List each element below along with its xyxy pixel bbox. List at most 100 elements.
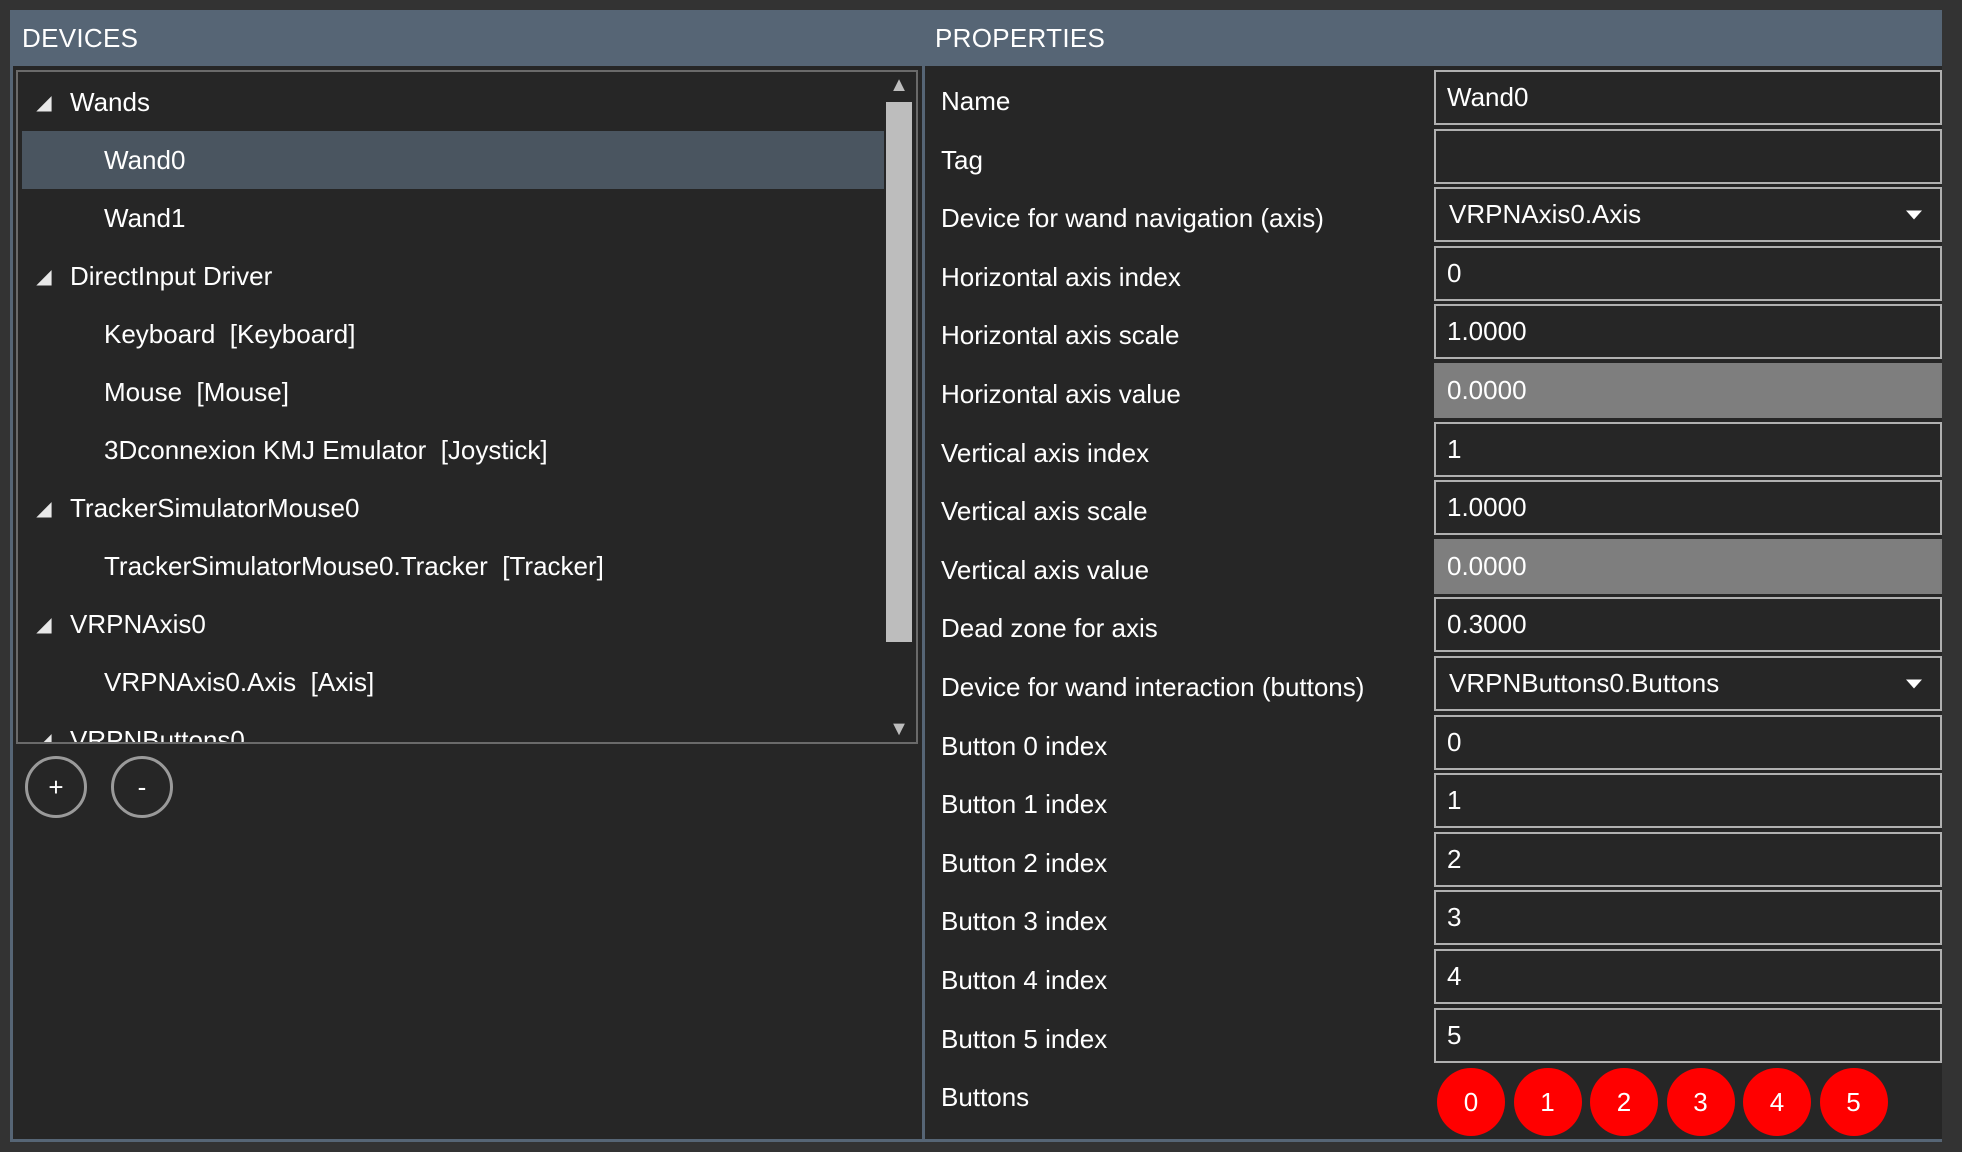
property-label: Horizontal axis index: [941, 261, 1181, 292]
property-value: 1.0000: [1447, 316, 1527, 346]
tree-item-label: 3Dconnexion KMJ Emulator [Joystick]: [104, 434, 548, 465]
tree-group[interactable]: ◢ TrackerSimulatorMouse0: [22, 479, 884, 537]
property-value: 1.0000: [1447, 492, 1527, 522]
property-dropdown[interactable]: VRPNAxis0.Axis: [1434, 187, 1942, 242]
tree-item[interactable]: Wand1: [22, 189, 884, 247]
property-value: 0.0000: [1447, 551, 1527, 581]
device-tree[interactable]: ◢ Wands Wand0 Wand1 ◢ DirectInput Driver Keybo…: [16, 70, 918, 744]
tree-item[interactable]: Wand0: [22, 131, 884, 189]
property-value: VRPNButtons0.Buttons: [1449, 668, 1720, 698]
property-label: Button 0 index: [941, 730, 1108, 761]
property-input[interactable]: [1434, 129, 1942, 184]
tree-item-label: Wand0: [104, 144, 186, 175]
property-input[interactable]: 0: [1434, 715, 1942, 770]
tree-item-label: Wands: [70, 86, 150, 117]
expand-triangle-icon[interactable]: ◢: [24, 90, 64, 115]
button-state-indicator: 4: [1743, 1068, 1811, 1136]
tree-item[interactable]: Mouse [Mouse]: [22, 363, 884, 421]
button-state-indicator: 0: [1437, 1068, 1505, 1136]
button-state-indicator: 1: [1513, 1068, 1582, 1136]
tree-group[interactable]: ◢ VRPNAxis0: [22, 595, 884, 653]
tree-item-label: DirectInput Driver: [70, 260, 273, 291]
scroll-up-arrow-icon[interactable]: ▲: [887, 74, 911, 96]
button-state-indicator: 3: [1666, 1068, 1735, 1136]
tree-item-label: Wand1: [104, 202, 186, 233]
button-state-indicator: 5: [1819, 1068, 1888, 1136]
property-label: Horizontal axis value: [941, 378, 1181, 409]
tree-group[interactable]: ◢ DirectInput Driver: [22, 247, 884, 305]
dropdown-arrow-icon[interactable]: [1906, 679, 1922, 688]
property-value: 1: [1447, 785, 1462, 815]
property-input[interactable]: 1: [1434, 773, 1942, 828]
property-value: 5: [1447, 1020, 1462, 1050]
property-label: Button 5 index: [941, 1023, 1108, 1054]
property-value: 3: [1447, 902, 1462, 932]
properties-header: PROPERTIES: [922, 10, 1942, 66]
expand-triangle-icon[interactable]: ◢: [24, 728, 64, 743]
tree-item-label: VRPNButtons0: [70, 724, 245, 744]
buttons-label: Buttons: [941, 1081, 1030, 1112]
property-label: Dead zone for axis: [941, 612, 1158, 643]
property-input[interactable]: 1.0000: [1434, 480, 1942, 535]
scroll-down-arrow-icon[interactable]: ▼: [887, 718, 911, 740]
tree-item-label: Mouse [Mouse]: [104, 376, 289, 407]
tree-item-label: VRPNAxis0.Axis [Axis]: [104, 666, 375, 697]
property-label: Horizontal axis scale: [941, 319, 1180, 350]
property-label: Vertical axis scale: [941, 495, 1148, 526]
property-readonly-value: 0.0000: [1434, 539, 1942, 594]
property-label: Vertical axis value: [941, 554, 1150, 585]
tree-item[interactable]: VRPNAxis0.Axis [Axis]: [22, 653, 884, 711]
scroll-thumb[interactable]: [886, 102, 912, 642]
property-value: 1: [1447, 434, 1462, 464]
property-value: 0.3000: [1447, 609, 1527, 639]
tree-item-label: Keyboard [Keyboard]: [104, 318, 356, 349]
dropdown-arrow-icon[interactable]: [1906, 210, 1922, 219]
add-device-button[interactable]: +: [25, 756, 87, 818]
tree-item-label: TrackerSimulatorMouse0.Tracker [Tracker]: [104, 550, 604, 581]
property-value: Wand0: [1447, 82, 1529, 112]
property-dropdown[interactable]: VRPNButtons0.Buttons: [1434, 656, 1942, 711]
properties-panel: Name Wand0 Tag Device for wand navigation (…: [922, 66, 1942, 1142]
property-input[interactable]: 1.0000: [1434, 304, 1942, 359]
property-label: Button 3 index: [941, 905, 1108, 936]
property-label: Name: [941, 85, 1011, 116]
property-value: 0: [1447, 258, 1462, 288]
tree-item[interactable]: 3Dconnexion KMJ Emulator [Joystick]: [22, 421, 884, 479]
property-value: VRPNAxis0.Axis: [1449, 199, 1642, 229]
property-input[interactable]: 3: [1434, 890, 1942, 945]
property-input[interactable]: Wand0: [1434, 70, 1942, 125]
expand-triangle-icon[interactable]: ◢: [24, 264, 64, 289]
property-input[interactable]: 4: [1434, 949, 1942, 1004]
property-input[interactable]: 0: [1434, 246, 1942, 301]
property-label: Device for wand navigation (axis): [941, 202, 1324, 233]
property-value: 2: [1447, 844, 1462, 874]
expand-triangle-icon[interactable]: ◢: [24, 496, 64, 521]
property-label: Tag: [941, 144, 983, 175]
tree-item-label: TrackerSimulatorMouse0: [70, 492, 360, 523]
property-label: Button 4 index: [941, 964, 1108, 995]
property-input[interactable]: 5: [1434, 1008, 1942, 1063]
tree-item-label: VRPNAxis0: [70, 608, 206, 639]
property-label: Button 1 index: [941, 788, 1108, 819]
property-input[interactable]: 0.3000: [1434, 597, 1942, 652]
property-value: 0.0000: [1447, 375, 1527, 405]
expand-triangle-icon[interactable]: ◢: [24, 612, 64, 637]
tree-item[interactable]: TrackerSimulatorMouse0.Tracker [Tracker]: [22, 537, 884, 595]
tree-group[interactable]: ◢ Wands: [22, 73, 884, 131]
property-value: 4: [1447, 961, 1462, 991]
window: DEVICES PROPERTIES ◢ Wands Wand0 Wand1 ◢ Dire…: [0, 0, 1962, 1152]
devices-panel: ◢ Wands Wand0 Wand1 ◢ DirectInput Driver Keybo…: [10, 66, 922, 1142]
property-label: Device for wand interaction (buttons): [941, 671, 1365, 702]
property-readonly-value: 0.0000: [1434, 363, 1942, 418]
remove-device-button[interactable]: -: [111, 756, 173, 818]
property-label: Button 2 index: [941, 847, 1108, 878]
tree-group[interactable]: ◢ VRPNButtons0: [22, 711, 884, 744]
tree-item[interactable]: Keyboard [Keyboard]: [22, 305, 884, 363]
devices-header: DEVICES: [10, 10, 922, 66]
property-label: Vertical axis index: [941, 437, 1150, 468]
property-input[interactable]: 1: [1434, 422, 1942, 477]
property-value: 0: [1447, 727, 1462, 757]
tree-scrollbar[interactable]: ▲ ▼: [884, 72, 914, 742]
property-input[interactable]: 2: [1434, 832, 1942, 887]
button-state-indicator: 2: [1590, 1068, 1658, 1136]
